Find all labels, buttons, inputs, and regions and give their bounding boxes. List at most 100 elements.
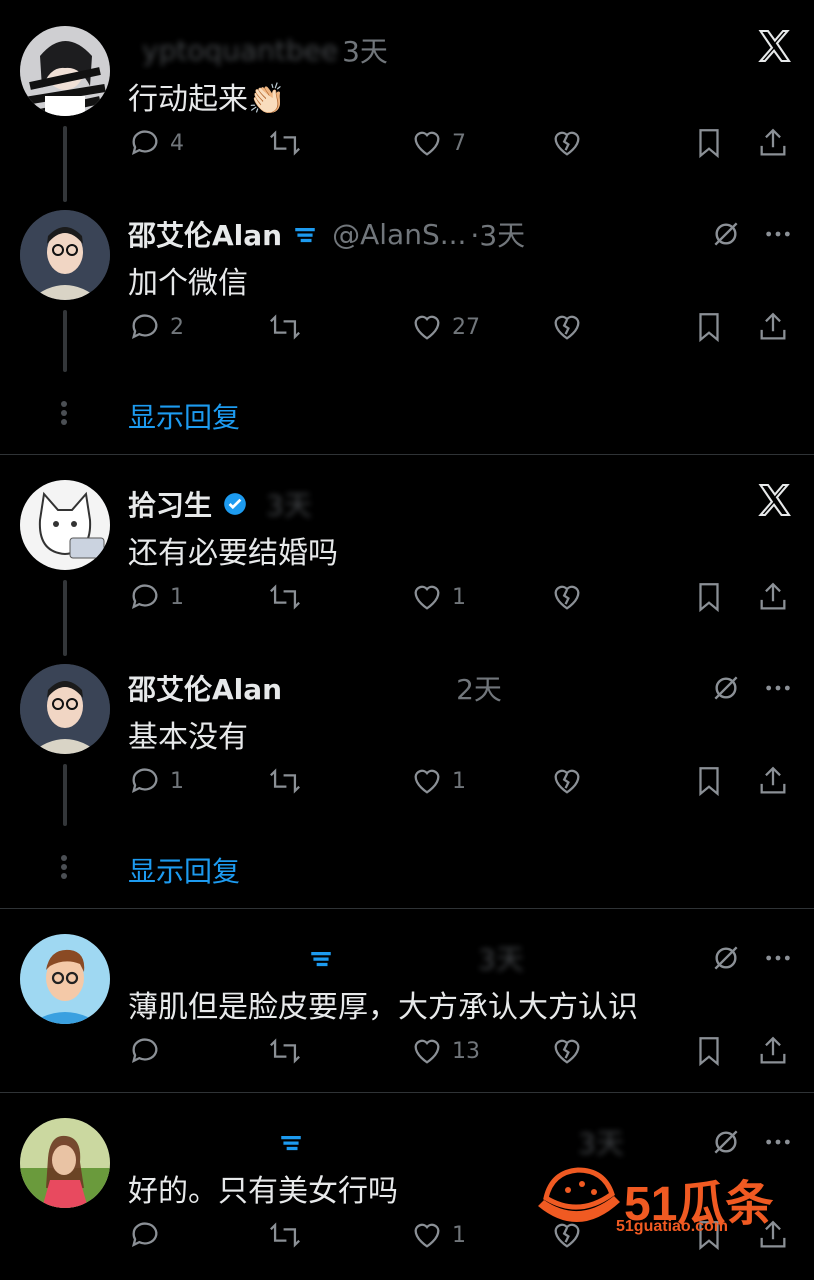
verified-badge-icon — [222, 491, 248, 517]
dislike-button[interactable] — [550, 580, 584, 614]
heart-icon — [414, 1223, 440, 1248]
tweet-header: yptoquantbee 3天 — [128, 30, 694, 70]
avatar[interactable] — [20, 664, 110, 754]
action-bar: 13 — [128, 1034, 794, 1078]
reply-button[interactable]: 1 — [128, 580, 184, 614]
share-icon — [760, 582, 786, 610]
retweet-button[interactable] — [268, 764, 302, 798]
like-button[interactable]: 1 — [410, 580, 466, 614]
broken-heart-icon — [554, 315, 580, 340]
divider — [0, 1092, 814, 1093]
more-icon[interactable] — [762, 942, 794, 974]
bookmark-icon — [699, 767, 719, 797]
more-icon[interactable] — [762, 1126, 794, 1158]
show-replies-link[interactable]: 显示回复 — [128, 850, 240, 890]
author-handle[interactable]: yptoquantbee — [142, 34, 338, 67]
bookmark-button[interactable] — [692, 310, 726, 344]
tweet-menu — [710, 218, 794, 250]
thread-line — [63, 764, 67, 826]
broken-heart-icon — [554, 1039, 580, 1064]
share-icon — [760, 1036, 786, 1064]
mute-icon[interactable] — [710, 218, 742, 250]
avatar[interactable] — [20, 480, 110, 570]
dislike-button[interactable] — [550, 764, 584, 798]
share-button[interactable] — [756, 580, 790, 614]
bookmark-button[interactable] — [692, 1034, 726, 1068]
verified-badge-icon — [308, 945, 334, 971]
reply-button[interactable]: 4 — [128, 126, 184, 160]
retweet-button[interactable] — [268, 1218, 302, 1252]
share-button[interactable] — [756, 310, 790, 344]
show-replies-link[interactable]: 显示回复 — [128, 396, 240, 436]
author-name[interactable]: 邵艾伦Alan — [128, 214, 282, 254]
dislike-button[interactable] — [550, 310, 584, 344]
retweet-icon — [270, 584, 300, 610]
author-handle[interactable]: @AlanS... — [332, 218, 466, 251]
avatar[interactable] — [20, 934, 110, 1024]
tweet[interactable]: 邵艾伦Alan @AlanS... ·3天 加个微信 2 27 — [0, 210, 814, 350]
share-button[interactable] — [756, 126, 790, 160]
more-icon[interactable] — [762, 218, 794, 250]
retweet-icon — [270, 768, 300, 794]
broken-heart-icon — [554, 769, 580, 794]
retweet-button[interactable] — [268, 310, 302, 344]
more-replies-dots — [60, 398, 68, 428]
share-icon — [760, 128, 786, 156]
like-button[interactable]: 27 — [410, 310, 480, 344]
tweet-menu — [710, 672, 794, 704]
reply-button[interactable] — [128, 1034, 170, 1068]
like-count: 7 — [452, 130, 466, 156]
tweet[interactable]: 3天 薄肌但是脸皮要厚，大方承认大方认识 13 — [0, 934, 814, 1074]
avatar[interactable] — [20, 210, 110, 300]
reply-icon — [131, 130, 158, 156]
watermark-url: 51guatiao.com — [616, 1218, 729, 1235]
mute-icon[interactable] — [710, 1126, 742, 1158]
like-button[interactable]: 1 — [410, 1218, 466, 1252]
heart-icon — [414, 315, 440, 340]
reply-button[interactable]: 2 — [128, 310, 184, 344]
heart-icon — [414, 1039, 440, 1064]
mute-icon[interactable] — [710, 942, 742, 974]
timestamp[interactable]: 3天 — [578, 1122, 624, 1162]
retweet-button[interactable] — [268, 126, 302, 160]
author-name[interactable]: 拾习生 — [128, 484, 212, 524]
reply-feed: yptoquantbee 3天 行动起来👏🏻 4 7 邵艾伦Alan @Alan… — [0, 0, 814, 1280]
mute-icon[interactable] — [710, 672, 742, 704]
like-button[interactable]: 13 — [410, 1034, 480, 1068]
author-name[interactable]: 邵艾伦Alan — [128, 668, 282, 708]
avatar[interactable] — [20, 1118, 110, 1208]
tweet-text: 行动起来👏🏻 — [128, 82, 286, 117]
bookmark-button[interactable] — [692, 580, 726, 614]
tweet[interactable]: 拾习生 3天 还有必要结婚吗 1 1 — [0, 480, 814, 620]
like-button[interactable]: 1 — [410, 764, 466, 798]
share-button[interactable] — [756, 764, 790, 798]
tweet[interactable]: 邵艾伦Alan 2天 基本没有 1 1 — [0, 664, 814, 804]
retweet-button[interactable] — [268, 580, 302, 614]
avatar[interactable] — [20, 26, 110, 116]
timestamp[interactable]: 3天 — [478, 938, 524, 978]
heart-icon — [414, 131, 440, 156]
bookmark-button[interactable] — [692, 764, 726, 798]
bookmark-button[interactable] — [692, 126, 726, 160]
dislike-button[interactable] — [550, 1034, 584, 1068]
broken-heart-icon — [554, 131, 580, 156]
retweet-button[interactable] — [268, 1034, 302, 1068]
more-replies-dots — [60, 852, 68, 882]
reply-icon — [131, 1222, 158, 1248]
more-icon[interactable] — [762, 672, 794, 704]
thread-line — [63, 126, 67, 202]
reply-button[interactable] — [128, 1218, 170, 1252]
timestamp[interactable]: 2天 — [456, 668, 502, 708]
divider — [0, 908, 814, 909]
timestamp[interactable]: 3天 — [266, 484, 312, 524]
share-button[interactable] — [756, 1034, 790, 1068]
like-button[interactable]: 7 — [410, 126, 466, 160]
reply-button[interactable]: 1 — [128, 764, 184, 798]
tweet-header: 3天 — [128, 938, 694, 978]
like-count: 1 — [452, 584, 466, 610]
tweet[interactable]: yptoquantbee 3天 行动起来👏🏻 4 7 — [0, 26, 814, 166]
timestamp[interactable]: ·3天 — [470, 214, 525, 254]
dislike-button[interactable] — [550, 126, 584, 160]
tweet-header: 3天 — [128, 1122, 694, 1162]
timestamp[interactable]: 3天 — [342, 30, 388, 70]
